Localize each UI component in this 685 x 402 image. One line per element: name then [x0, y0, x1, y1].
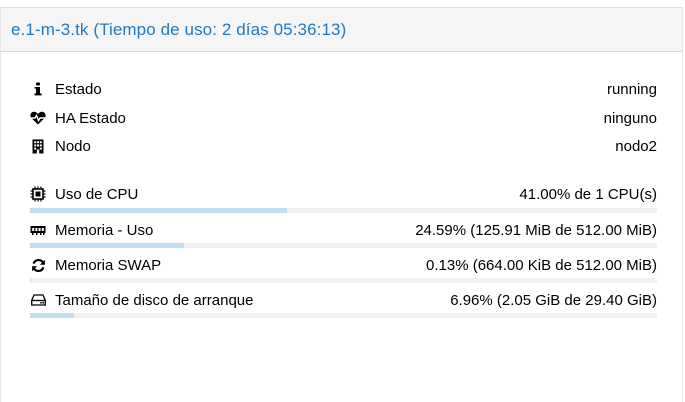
node-value: nodo2: [615, 137, 657, 155]
memory-icon: [30, 222, 46, 238]
status-row-ha-estado: HA Estado ninguno: [30, 108, 657, 128]
bootdisk-size-value: 6.96% (2.05 GiB de 29.40 GiB): [450, 291, 657, 309]
refresh-icon: [30, 257, 46, 273]
heartbeat-icon: [30, 110, 46, 126]
building-icon: [30, 138, 46, 154]
bootdisk-usage-bar-fill: [30, 313, 74, 318]
status-value: running: [606, 80, 657, 98]
memory-usage-label: Memoria - Uso: [55, 221, 154, 239]
info-icon: [30, 81, 46, 97]
swap-usage-bar: [30, 278, 657, 283]
status-label: Estado: [55, 80, 102, 98]
status-row-nodo: Nodo nodo2: [30, 136, 657, 156]
node-label: Nodo: [55, 137, 91, 155]
swap-usage-value: 0.13% (664.00 KiB de 512.00 MiB): [426, 256, 657, 274]
memory-usage-bar-fill: [30, 243, 185, 248]
memory-usage-value: 24.59% (125.91 MiB de 512.00 MiB): [415, 221, 657, 239]
cpu-usage-value: 41.00% de 1 CPU(s): [519, 185, 657, 203]
vm-summary-panel: e.1-m-3.tk (Tiempo de uso: 2 días 05:36:…: [0, 7, 683, 402]
swap-usage-bar-fill: [30, 278, 31, 283]
usage-row-bootdisk: Tamaño de disco de arranque 6.96% (2.05 …: [30, 290, 657, 310]
hdd-icon: [30, 292, 46, 308]
status-row-estado: Estado running: [30, 79, 657, 99]
cpu-usage-bar-fill: [30, 208, 288, 213]
panel-header: e.1-m-3.tk (Tiempo de uso: 2 días 05:36:…: [1, 8, 682, 52]
cpu-icon: [30, 186, 46, 202]
cpu-usage-bar: [30, 208, 657, 213]
swap-usage-label: Memoria SWAP: [55, 256, 162, 274]
ha-status-label: HA Estado: [55, 109, 126, 127]
usage-row-swap: Memoria SWAP 0.13% (664.00 KiB de 512.00…: [30, 255, 657, 275]
usage-row-cpu: Uso de CPU 41.00% de 1 CPU(s): [30, 184, 657, 204]
panel-title: e.1-m-3.tk (Tiempo de uso: 2 días 05:36:…: [11, 19, 347, 39]
ha-status-value: ninguno: [603, 109, 657, 127]
cpu-usage-label: Uso de CPU: [55, 185, 139, 203]
bootdisk-usage-bar: [30, 313, 657, 318]
usage-row-memory: Memoria - Uso 24.59% (125.91 MiB de 512.…: [30, 220, 657, 240]
memory-usage-bar: [30, 243, 657, 248]
bootdisk-size-label: Tamaño de disco de arranque: [55, 291, 254, 309]
